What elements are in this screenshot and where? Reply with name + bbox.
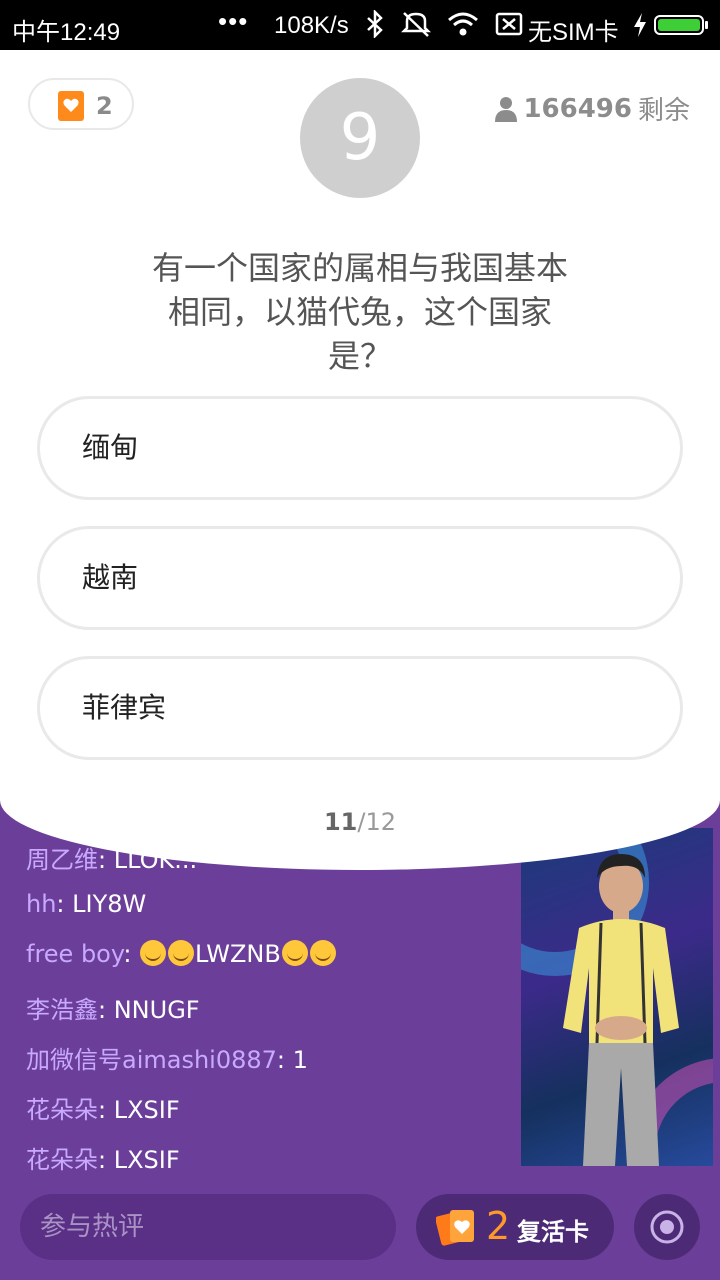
chat-text: LWZNB bbox=[195, 940, 281, 968]
chat-text: LXSIF bbox=[113, 1146, 180, 1174]
chat-text: NNUGF bbox=[113, 996, 200, 1024]
answer-option-1[interactable]: 缅甸 bbox=[37, 396, 683, 500]
status-dots: ••• bbox=[218, 6, 249, 36]
revive-count: 2 bbox=[96, 92, 113, 120]
battery-icon bbox=[654, 15, 708, 35]
revive-card-button[interactable]: 2 复活卡 bbox=[416, 1194, 614, 1260]
chat-user: 加微信号aimashi0887 bbox=[26, 1046, 277, 1074]
host-video bbox=[521, 828, 713, 1166]
progress-total: 12 bbox=[365, 808, 397, 836]
chat-user: 花朵朵 bbox=[26, 1146, 98, 1174]
record-icon bbox=[650, 1210, 684, 1244]
chat-text: 1 bbox=[292, 1046, 308, 1074]
comment-input[interactable] bbox=[20, 1194, 396, 1260]
chat-user: hh bbox=[26, 890, 57, 918]
revive-card-label: 复活卡 bbox=[517, 1218, 589, 1246]
chat-message: free boy: LWZNB bbox=[26, 940, 337, 968]
person-icon bbox=[495, 96, 518, 122]
revive-cards-icon bbox=[436, 1210, 474, 1246]
answer-option-label: 缅甸 bbox=[82, 431, 139, 464]
chat-text: LIY8W bbox=[72, 890, 147, 918]
chat-message: 花朵朵: LXSIF bbox=[26, 1096, 180, 1124]
remaining-players: 166496 剩余 bbox=[495, 90, 690, 127]
chat-user: 周乙维 bbox=[26, 846, 98, 874]
chat-message: 花朵朵: LXSIF bbox=[26, 1146, 180, 1174]
remaining-count: 166496 bbox=[523, 93, 632, 124]
remaining-label: 剩余 bbox=[637, 96, 690, 126]
smile-emoji-icon bbox=[140, 940, 167, 966]
answer-option-label: 菲律宾 bbox=[82, 691, 167, 724]
revive-card-counter[interactable]: 2 bbox=[28, 78, 134, 130]
bluetooth-icon bbox=[367, 10, 383, 38]
carrier-label: 无SIM卡 bbox=[528, 19, 619, 46]
chat-user: 李浩鑫 bbox=[26, 996, 98, 1024]
wifi-icon bbox=[448, 12, 478, 36]
smile-emoji-icon bbox=[309, 940, 336, 966]
progress-current: 11 bbox=[323, 808, 358, 836]
question-text: 有一个国家的属相与我国基本相同，以猫代兔，这个国家是？ bbox=[151, 249, 568, 375]
heart-card-icon bbox=[58, 91, 84, 121]
status-time: 中午12:49 bbox=[12, 19, 121, 46]
mute-icon bbox=[401, 12, 431, 37]
chat-message: hh: LIY8W bbox=[26, 890, 147, 918]
host-person bbox=[563, 854, 679, 1166]
no-sim-icon bbox=[495, 12, 523, 36]
chat-message: 加微信号aimashi0887: 1 bbox=[26, 1046, 308, 1074]
status-bar: 中午12:49 ••• 108K/s 无SIM卡 bbox=[0, 0, 720, 50]
countdown-timer: 9 bbox=[300, 78, 420, 198]
smile-emoji-icon bbox=[168, 940, 195, 966]
answer-option-label: 越南 bbox=[82, 561, 139, 594]
status-icons bbox=[365, 10, 523, 38]
question-progress: 11/12 bbox=[0, 808, 720, 836]
record-button[interactable] bbox=[634, 1194, 700, 1260]
chat-message: 李浩鑫: NNUGF bbox=[26, 996, 200, 1024]
charging-icon bbox=[634, 13, 646, 37]
revive-card-count: 2 bbox=[486, 1204, 511, 1248]
chat-user: 花朵朵 bbox=[26, 1096, 98, 1124]
chat-text: LXSIF bbox=[113, 1096, 180, 1124]
question-card: 2 9 166496 剩余 有一个国家的属相与我国基本相同，以猫代兔，这个国家是？… bbox=[0, 50, 720, 870]
answer-option-2[interactable]: 越南 bbox=[37, 526, 683, 630]
answer-option-3[interactable]: 菲律宾 bbox=[37, 656, 683, 760]
smile-emoji-icon bbox=[281, 940, 308, 966]
network-speed: 108K/s bbox=[274, 12, 349, 39]
chat-user: free boy bbox=[26, 940, 124, 968]
